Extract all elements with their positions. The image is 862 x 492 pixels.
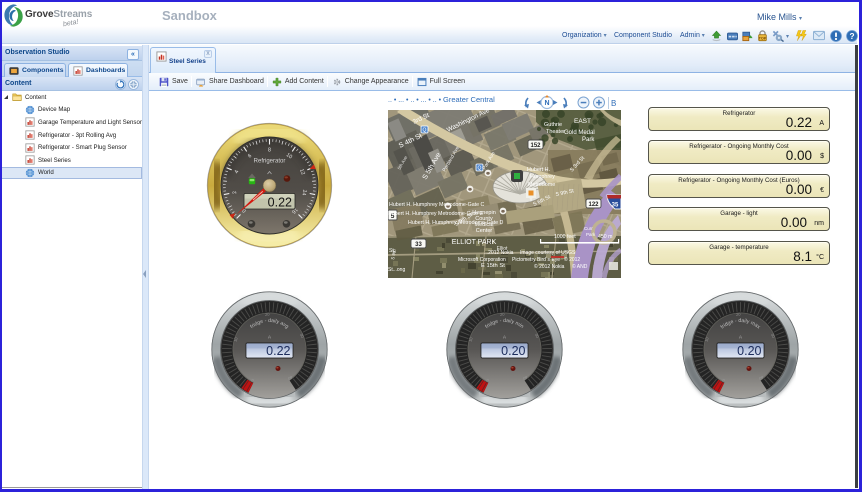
svg-text:Guthrie: Guthrie <box>544 122 562 128</box>
svg-text:ELLIOT PARK: ELLIOT PARK <box>452 239 497 246</box>
svg-text:0.22: 0.22 <box>267 195 291 209</box>
svg-text:Center: Center <box>476 228 493 234</box>
svg-text:St...ong: St...ong <box>388 267 405 273</box>
svg-text:Gold Medal: Gold Medal <box>564 130 595 136</box>
svg-text:St.: St. <box>389 248 395 254</box>
svg-text:Q: Q <box>423 128 427 134</box>
svg-text:Microsoft Corporation: Microsoft Corporation <box>458 257 506 263</box>
svg-text:E 15th St: E 15th St <box>481 263 505 269</box>
svg-text:?: ? <box>849 31 854 41</box>
svg-text:N: N <box>544 100 549 107</box>
svg-text:Theater: Theater <box>546 129 565 135</box>
svg-text:© AND: © AND <box>572 263 588 270</box>
svg-text:35: 35 <box>612 203 619 209</box>
svg-text:Image courtesy of USGS: Image courtesy of USGS <box>520 250 576 256</box>
svg-text:33: 33 <box>415 242 422 248</box>
svg-text:0.20: 0.20 <box>737 344 761 358</box>
svg-text:14: 14 <box>300 189 307 196</box>
svg-text:Park: Park <box>582 137 595 143</box>
svg-text:...2012 Nokia: ...2012 Nokia <box>484 250 514 256</box>
svg-text:122: 122 <box>588 202 599 208</box>
svg-text:Hubert H. Humphrey Metrodome-G: Hubert H. Humphrey Metrodome-Gate C <box>389 202 485 208</box>
svg-text:Hubert H.: Hubert H. <box>527 167 550 173</box>
svg-text:Park: Park <box>586 232 596 237</box>
svg-text:© 2012 Nokia: © 2012 Nokia <box>534 263 565 270</box>
svg-text:1000 feet: 1000 feet <box>554 234 576 240</box>
svg-text:8: 8 <box>268 147 271 153</box>
svg-text:Curr: Curr <box>584 226 593 231</box>
svg-text:Metrodome: Metrodome <box>528 182 555 188</box>
svg-text:0.20: 0.20 <box>501 344 525 358</box>
svg-text:EAST: EAST <box>574 118 591 125</box>
svg-text:B: B <box>611 99 616 108</box>
svg-text:152: 152 <box>530 143 541 149</box>
svg-text:450 m: 450 m <box>598 234 612 240</box>
svg-text:© 2012: © 2012 <box>564 256 580 263</box>
svg-text:TOP: TOP <box>759 36 767 40</box>
svg-text:Refrigerator: Refrigerator <box>253 158 285 164</box>
svg-text:0.22: 0.22 <box>266 344 290 358</box>
svg-text:Humphrey: Humphrey <box>530 174 555 180</box>
